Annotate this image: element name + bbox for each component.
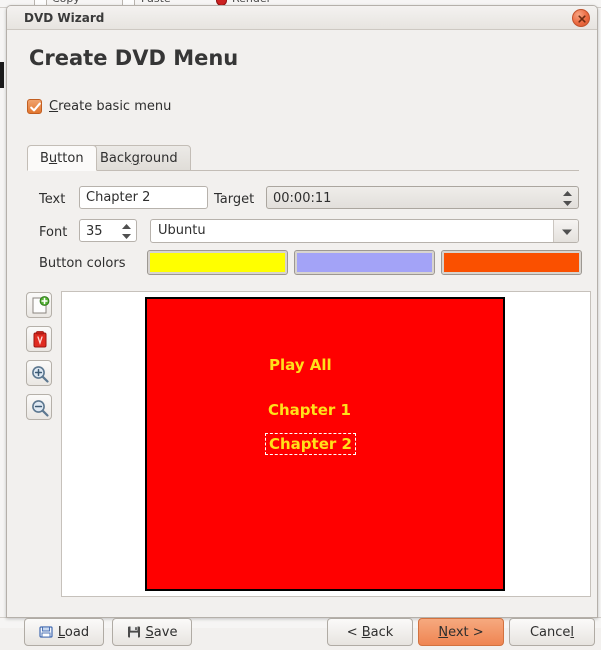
menu-preview-panel[interactable]: Play All Chapter 1 Chapter 2 <box>61 291 591 597</box>
save-button-label: Save <box>145 624 178 640</box>
dvd-wizard-dialog: DVD Wizard Create DVD Menu Create basic … <box>6 5 598 646</box>
zoom-out-button[interactable] <box>26 394 52 420</box>
font-label: Font <box>39 225 68 240</box>
target-value: 00:00:11 <box>273 191 332 206</box>
tab-bar: Button Background <box>27 145 579 171</box>
tab-button[interactable]: Button <box>27 145 97 171</box>
menu-item-play-all[interactable]: Play All <box>269 356 332 374</box>
close-icon[interactable] <box>572 9 590 27</box>
create-basic-menu-checkbox[interactable]: Create basic menu <box>27 99 171 114</box>
tab-background[interactable]: Background <box>87 145 191 171</box>
target-label: Target <box>214 192 255 207</box>
spinner-arrows-icon[interactable] <box>560 188 574 209</box>
cancel-button-label: Cancel <box>529 624 575 640</box>
load-button[interactable]: Load <box>24 618 104 646</box>
dialog-title: DVD Wizard <box>24 11 105 25</box>
button-colors-label: Button colors <box>39 256 126 271</box>
dialog-titlebar[interactable]: DVD Wizard <box>7 6 597 30</box>
dialog-button-bar: Load Save < Back Next > Cancel <box>7 606 597 650</box>
color-swatch-highlight[interactable] <box>294 250 435 275</box>
font-size-value: 35 <box>86 224 103 239</box>
font-size-spinner[interactable]: 35 <box>79 219 137 242</box>
page-title: Create DVD Menu <box>29 46 239 70</box>
font-family-value: Ubuntu <box>158 223 206 238</box>
color-swatch-select[interactable] <box>441 250 582 275</box>
color-swatch-text[interactable] <box>147 250 288 275</box>
next-button[interactable]: Next > <box>418 618 504 646</box>
text-input[interactable] <box>79 186 208 209</box>
add-page-button[interactable] <box>26 292 52 318</box>
create-basic-menu-label: Create basic menu <box>49 99 172 114</box>
load-icon <box>39 625 53 639</box>
zoom-in-button[interactable] <box>26 360 52 386</box>
menu-item-chapter-2[interactable]: Chapter 2 <box>265 433 356 455</box>
next-button-label: Next > <box>438 624 484 640</box>
back-button-label: < Back <box>346 624 394 640</box>
text-label: Text <box>39 192 66 207</box>
delete-page-button[interactable] <box>26 326 52 352</box>
load-button-label: Load <box>57 624 90 640</box>
spinner-arrows-icon[interactable] <box>119 221 133 242</box>
dialog-body: Create DVD Menu Create basic menu Button… <box>7 30 597 646</box>
checkmark-icon <box>27 99 42 114</box>
menu-item-chapter-1[interactable]: Chapter 1 <box>268 401 351 419</box>
cancel-button[interactable]: Cancel <box>509 618 595 646</box>
chevron-down-icon[interactable] <box>553 220 578 242</box>
target-spinner[interactable]: 00:00:11 <box>266 186 579 209</box>
font-family-combobox[interactable]: Ubuntu <box>150 219 579 243</box>
back-button[interactable]: < Back <box>327 618 413 646</box>
background-edge-marker <box>0 62 4 88</box>
save-icon <box>127 625 141 639</box>
dvd-menu-canvas[interactable]: Play All Chapter 1 Chapter 2 <box>145 297 505 591</box>
save-button[interactable]: Save <box>112 618 192 646</box>
preview-toolbar <box>26 292 54 428</box>
